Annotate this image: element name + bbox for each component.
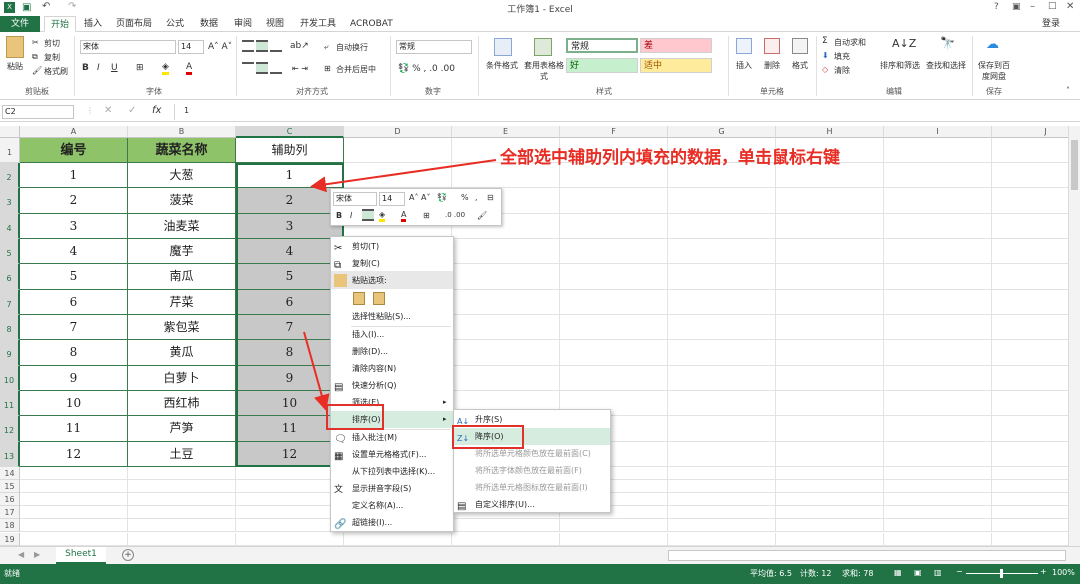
add-sheet-icon[interactable]: + bbox=[122, 549, 134, 561]
menu-custom-sort[interactable]: ▤ 自定义排序(U)... bbox=[454, 496, 610, 513]
zoom-in-icon[interactable]: + bbox=[1040, 567, 1047, 576]
zoom-slider-thumb[interactable] bbox=[1000, 569, 1003, 578]
menu-hyperlink[interactable]: 🔗 超链接(I)... bbox=[331, 514, 453, 531]
mini-bold-icon[interactable]: B bbox=[336, 211, 342, 220]
zoom-out-icon[interactable]: − bbox=[956, 567, 963, 576]
menu-format-cells[interactable]: ▦ 设置单元格格式(F)... bbox=[331, 446, 453, 463]
mini-size-select[interactable]: 14 bbox=[379, 192, 405, 206]
phonetic-icon: 文 bbox=[334, 485, 344, 495]
status-count: 计数: 12 bbox=[800, 569, 832, 578]
menu-pick-from-list[interactable]: 从下拉列表中选择(K)... bbox=[331, 463, 453, 480]
page-layout-view-icon[interactable]: ▣ bbox=[914, 568, 922, 577]
mini-borders-icon[interactable]: ⊞ bbox=[423, 211, 430, 220]
mini-font-select[interactable]: 宋体 bbox=[333, 192, 377, 206]
menu-delete[interactable]: 删除(D)... bbox=[331, 343, 453, 360]
mini-percent-icon[interactable]: % bbox=[461, 193, 469, 202]
normal-view-icon[interactable]: ▦ bbox=[894, 568, 902, 577]
mini-border-icon[interactable]: ⊟ bbox=[487, 193, 494, 202]
menu-paste-special[interactable]: 选择性粘贴(S)... bbox=[331, 308, 453, 325]
sheet-tab-bar: ◀ ▶ Sheet1 + bbox=[0, 546, 1080, 564]
mini-currency-icon[interactable]: 💱 bbox=[437, 193, 447, 202]
menu-insert-comment[interactable]: 🗨 插入批注(M) bbox=[331, 429, 453, 446]
menu-paste-options: 粘贴选项: bbox=[331, 272, 453, 289]
copy-icon: ⧉ bbox=[334, 260, 342, 271]
mini-italic-icon[interactable]: I bbox=[350, 211, 352, 220]
mini-grow-font-icon[interactable]: A˄ A˅ bbox=[409, 193, 431, 202]
mini-toolbar: 宋体 14 A˄ A˅ 💱 % , ⊟ B I ◈ A ⊞ .0 .00 🖌 bbox=[330, 188, 502, 226]
menu-cut[interactable]: ✂ 剪切(T) bbox=[331, 238, 453, 255]
menu-paste-icons bbox=[331, 289, 453, 309]
menu-clear-contents[interactable]: 清除内容(N) bbox=[331, 360, 453, 377]
mini-center-icon[interactable] bbox=[362, 209, 374, 221]
prev-sheet-icon[interactable]: ◀ bbox=[18, 550, 24, 559]
paste-icon bbox=[334, 274, 347, 287]
sheet-tab-sheet1[interactable]: Sheet1 bbox=[56, 547, 106, 564]
paste-format-icon[interactable] bbox=[353, 292, 365, 305]
mini-painter-icon[interactable]: 🖌 bbox=[477, 211, 487, 220]
mini-comma-icon[interactable]: , bbox=[475, 193, 478, 202]
highlight-descending-item bbox=[452, 425, 524, 449]
hyperlink-icon: 🔗 bbox=[334, 519, 347, 530]
status-bar: 就绪 平均值: 6.5 计数: 12 求和: 78 ▦ ▣ ▥ − + 100% bbox=[0, 564, 1080, 584]
submenu-arrow-icon: ▸ bbox=[443, 415, 447, 423]
menu-define-name[interactable]: 定义名称(A)... bbox=[331, 497, 453, 514]
menu-quick-analysis[interactable]: ▤ 快速分析(Q) bbox=[331, 377, 453, 394]
comment-icon: 🗨 bbox=[334, 434, 347, 445]
next-sheet-icon[interactable]: ▶ bbox=[34, 550, 40, 559]
menu-sort-font-color[interactable]: 将所选字体颜色放在最前面(F) bbox=[454, 462, 610, 479]
quick-analysis-icon: ▤ bbox=[334, 382, 344, 393]
paste-values-icon[interactable] bbox=[373, 292, 385, 305]
status-ready: 就绪 bbox=[4, 569, 20, 578]
highlight-sort-item bbox=[326, 404, 384, 430]
horizontal-scrollbar[interactable] bbox=[668, 550, 1066, 561]
cut-icon: ✂ bbox=[334, 243, 343, 254]
menu-insert[interactable]: 插入(I)... bbox=[331, 326, 453, 343]
menu-show-phonetic[interactable]: 文显示拼音字段(S) bbox=[331, 480, 453, 497]
format-cells-icon: ▦ bbox=[334, 451, 344, 462]
mini-font-color-icon[interactable]: A bbox=[401, 210, 407, 222]
status-sum: 求和: 78 bbox=[842, 569, 874, 578]
context-menu: ✂ 剪切(T) ⧉ 复制(C) 粘贴选项: 选择性粘贴(S)... 插入(I)...… bbox=[330, 236, 454, 532]
menu-copy[interactable]: ⧉ 复制(C) bbox=[331, 255, 453, 272]
mini-decimal-icon[interactable]: .0 .00 bbox=[445, 211, 465, 219]
status-average: 平均值: 6.5 bbox=[750, 569, 792, 578]
submenu-arrow-icon: ▸ bbox=[443, 398, 447, 406]
mini-fill-icon[interactable]: ◈ bbox=[379, 210, 386, 222]
page-break-view-icon[interactable]: ▥ bbox=[934, 568, 942, 577]
zoom-level: 100% bbox=[1052, 568, 1075, 577]
menu-sort-cell-icon[interactable]: 将所选单元格图标放在最前面(I) bbox=[454, 479, 610, 496]
custom-sort-icon: ▤ bbox=[457, 501, 467, 512]
